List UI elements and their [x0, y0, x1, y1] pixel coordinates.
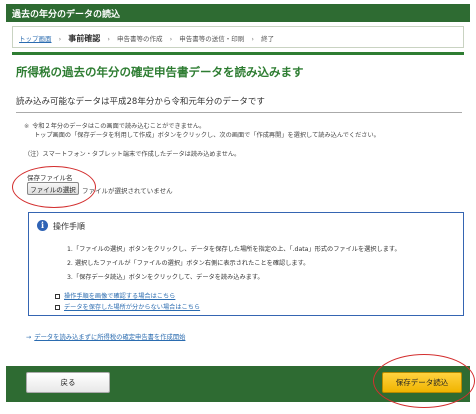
breadcrumb-separator: ›: [107, 35, 110, 43]
note-mark: ※: [24, 123, 30, 130]
procedure-step-3: 3.「保存データ読込」ボタンをクリックして、データを読み込みます。: [67, 274, 264, 281]
annotation-circle-load: [373, 354, 475, 408]
document-icon: [55, 304, 60, 310]
breadcrumb-separator: ›: [251, 35, 254, 43]
breadcrumb-separator: ›: [169, 35, 173, 43]
note-caution: （注）スマートフォン・タブレット端末で作成したデータは読み込めません。: [24, 151, 241, 158]
note-line-2: トップ画面の「保存データを利用して作成」ボタンをクリックし、次の画面で「作成再開…: [34, 132, 380, 139]
breadcrumb-step-finish: 終了: [261, 35, 275, 43]
back-button[interactable]: 戻る: [26, 372, 110, 393]
procedure-step-2: 2. 選択したファイルが「ファイルの選択」ボタン右側に表示されたことを確認します…: [67, 260, 310, 267]
start-without-data-link[interactable]: → データを読み込まずに所得税の確定申告書を作成開始: [26, 332, 185, 341]
annotation-circle-file: [12, 166, 96, 208]
info-icon: i: [37, 220, 48, 231]
document-icon: [55, 293, 60, 299]
procedure-link-images[interactable]: 操作手順を画像で確認する場合はこちら: [55, 291, 175, 300]
dialog-window: 過去の年分のデータの読込 トップ画面 › 事前確認 › 申告書等の作成 › 申告…: [6, 0, 475, 414]
note-line-1: ※ 令和２年分のデータはこの画面で読み込むことができません。: [24, 121, 205, 130]
procedure-step-1: 1.「ファイルの選択」ボタンをクリックし、データを保存した場所を指定の上、「.d…: [67, 246, 401, 253]
breadcrumb-step-create: 申告書等の作成: [117, 35, 163, 43]
procedure-link-save-location[interactable]: データを保存した場所が分からない場合はこちら: [55, 302, 200, 311]
note-text-1: 令和２年分のデータはこの画面で読み込むことができません。: [32, 123, 206, 130]
breadcrumb-top-link[interactable]: トップ画面: [19, 35, 52, 43]
page-subheading: 読み込み可能なデータは平成28年分から令和元年分のデータです: [16, 95, 462, 113]
window-title: 過去の年分のデータの読込: [6, 4, 470, 22]
breadcrumb-box: トップ画面 › 事前確認 › 申告書等の作成 › 申告書等の送信・印刷 › 終了: [12, 26, 464, 48]
arrow-right-icon: →: [26, 334, 32, 341]
breadcrumb-separator: ›: [58, 35, 62, 43]
breadcrumb-current-step: 事前確認: [68, 34, 101, 43]
procedure-box: i 操作手順 1.「ファイルの選択」ボタンをクリックし、データを保存した場所を指…: [28, 212, 464, 316]
breadcrumb: トップ画面 › 事前確認 › 申告書等の作成 › 申告書等の送信・印刷 › 終了: [19, 33, 274, 44]
header-divider: [12, 52, 464, 55]
breadcrumb-step-send-print: 申告書等の送信・印刷: [179, 35, 245, 43]
page-title: 所得税の過去の年分の確定申告書データを読み込みます: [16, 65, 304, 79]
procedure-title: 操作手順: [53, 222, 85, 231]
